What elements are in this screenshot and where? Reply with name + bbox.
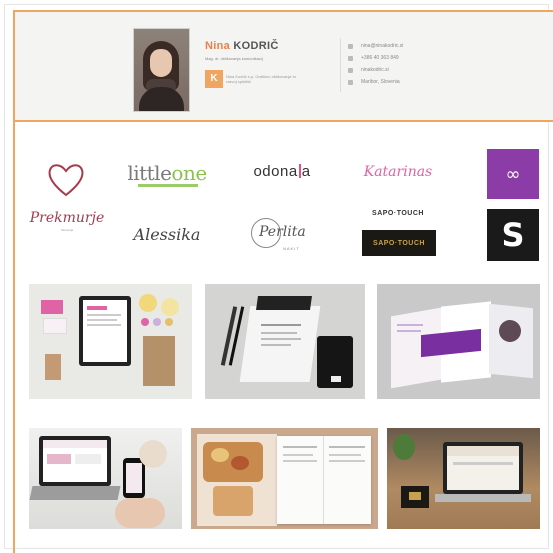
logo-sapo-touch-light[interactable]: SAPO·TOUCH [360, 206, 436, 220]
stationery-mockup-black[interactable] [205, 284, 365, 399]
globe-icon [348, 67, 353, 73]
cookbook-mockup[interactable] [191, 428, 378, 529]
contact-website[interactable]: ninakodric.si [348, 64, 403, 76]
signature-title: Mag. dr. oblikovanja komunikacij [205, 56, 263, 61]
logo-alessika[interactable]: Alessika [128, 222, 206, 246]
phone-icon [348, 55, 353, 61]
signature-name: Nina KODRIČ [205, 40, 279, 52]
brochure-mockup-purple[interactable] [377, 284, 540, 399]
location-icon [348, 79, 353, 85]
desk-laptop-mockup[interactable] [387, 428, 540, 529]
logo-littleone[interactable]: littleone [127, 158, 207, 188]
top-accent-line [13, 10, 553, 12]
logo-prekmurje[interactable]: Prekmurje Slovenija [22, 160, 112, 240]
left-accent-line [13, 10, 15, 553]
stationery-mockup-pink[interactable] [29, 284, 192, 399]
contact-list: nina@ninakodric.si +386 40 363 849 ninak… [348, 40, 403, 88]
s-mark-icon: S [501, 216, 525, 254]
logo-perlita[interactable]: Perlita NAKIT [245, 216, 319, 252]
infinity-icon: ∞ [505, 163, 521, 185]
email-icon [348, 43, 353, 49]
company-text: Nina Kodrič s.p. Grafično oblikovanje in… [226, 74, 296, 84]
last-name: KODRIČ [233, 40, 279, 52]
logo-s-black[interactable]: S [487, 209, 539, 261]
portfolio-page: Nina KODRIČ Mag. dr. oblikovanja komunik… [0, 0, 553, 553]
logo-infinity-purple[interactable]: ∞ [487, 149, 539, 199]
first-name: Nina [205, 40, 231, 52]
heart-icon [48, 164, 84, 197]
company-logo: K [205, 70, 223, 88]
contact-phone[interactable]: +386 40 363 849 [348, 52, 403, 64]
logo-odonata[interactable]: odona a [242, 158, 322, 184]
profile-photo [133, 28, 190, 112]
logo-katarinas[interactable]: Katarinas [358, 160, 438, 184]
logo-sapo-touch-dark[interactable]: SAPO·TOUCH [362, 230, 436, 256]
contact-email[interactable]: nina@ninakodric.si [348, 40, 403, 52]
laptop-website-mockup[interactable] [29, 428, 182, 529]
email-signature-band [15, 12, 553, 122]
contact-location: Maribor, Slovenia [348, 76, 403, 88]
contact-divider [340, 38, 341, 92]
